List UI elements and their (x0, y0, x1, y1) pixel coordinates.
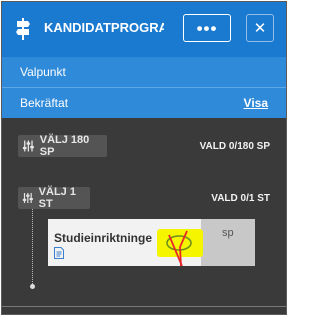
bekraftat-label: Bekräftat (20, 96, 69, 110)
tree-connector (32, 209, 33, 286)
selected-count-1-st: VALD 0/1 ST (211, 193, 270, 204)
signpost-icon (16, 18, 30, 40)
sliders-icon (22, 140, 34, 152)
annotation-marks (166, 230, 192, 266)
visa-link[interactable]: Visa (244, 96, 268, 110)
close-button[interactable]: ✕ (246, 14, 274, 42)
bekraftat-row: Bekräftat Visa (2, 88, 286, 118)
close-icon: ✕ (253, 19, 267, 37)
studieinriktning-card[interactable]: sp Studieinriktninge (48, 219, 255, 266)
choose-180-sp-tag[interactable]: VÄLJ 180 SP (18, 134, 107, 158)
more-options-button[interactable]: ••• (183, 14, 231, 42)
choose-180-sp-label: VÄLJ 180 SP (39, 134, 90, 158)
panel-title: KANDIDATPROGRA... (44, 20, 164, 35)
divider (2, 306, 286, 307)
panel-header: KANDIDATPROGRA... ••• ✕ (2, 2, 286, 57)
selected-count-180-sp: VALD 0/180 SP (199, 141, 270, 152)
tree-end-dot (30, 284, 35, 289)
choose-1-st-label: VÄLJ 1 ST (38, 186, 76, 210)
valpunkt-row: Valpunkt (2, 57, 286, 88)
sliders-icon (22, 192, 33, 204)
kandidatprogram-panel: KANDIDATPROGRA... ••• ✕ Valpunkt Bekräft… (1, 1, 287, 315)
valpunkt-label: Valpunkt (20, 65, 66, 79)
choose-1-st-tag[interactable]: VÄLJ 1 ST (18, 186, 90, 210)
